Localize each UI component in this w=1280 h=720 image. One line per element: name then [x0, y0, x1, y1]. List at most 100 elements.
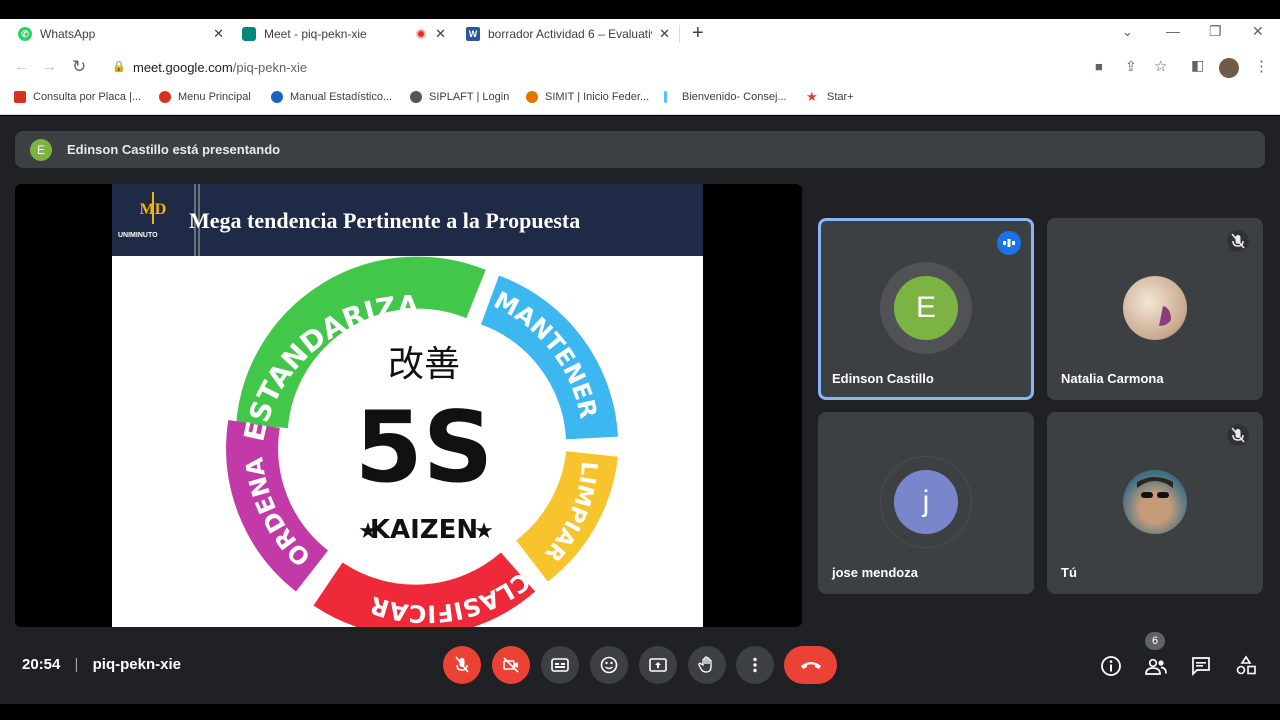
profile-avatar[interactable] — [1219, 58, 1239, 78]
camera-toggle-button[interactable] — [492, 646, 530, 684]
activities-icon — [1236, 655, 1256, 675]
bookmarks-bar: Consulta por Placa |... Menu Principal M… — [0, 87, 1280, 115]
restore-icon[interactable]: ❐ — [1209, 23, 1222, 40]
camera-icon[interactable]: ■ — [1095, 59, 1103, 74]
bookmark-icon — [271, 91, 283, 103]
leave-call-button[interactable] — [784, 646, 837, 684]
more-options-button[interactable] — [736, 646, 774, 684]
logo-text: UNIMINUTO — [118, 232, 158, 239]
mic-off-icon — [455, 656, 469, 673]
tab-divider — [679, 25, 680, 43]
bookmark-label: Star+ — [827, 91, 854, 103]
word-icon: W — [466, 27, 480, 41]
back-icon[interactable]: ← — [14, 58, 29, 75]
activities-button[interactable] — [1234, 654, 1258, 678]
camera-off-icon — [503, 657, 519, 673]
menu-icon[interactable]: ⋮ — [1254, 57, 1269, 75]
participant-tile-natalia[interactable]: Natalia Carmona — [1047, 218, 1263, 400]
slide-title: Mega tendencia Pertinente a la Propuesta — [189, 208, 581, 233]
tab-word[interactable]: W borrador Actividad 6 – Evaluativa ✕ — [466, 19, 670, 49]
lock-icon: 🔒 — [112, 61, 126, 73]
mic-toggle-button[interactable] — [443, 646, 481, 684]
bookmark-item[interactable]: ★ Star+ — [806, 90, 854, 103]
close-icon[interactable]: ✕ — [213, 26, 224, 42]
clock-time: 20:54 — [22, 656, 61, 673]
captions-button[interactable] — [541, 646, 579, 684]
avatar: j — [894, 470, 958, 534]
globe-icon — [410, 91, 422, 103]
bookmark-label: SIPLAFT | Login — [429, 91, 510, 103]
bookmark-item[interactable]: Bienvenido- Consej... — [664, 91, 787, 103]
kaizen-diagram: ESTANDARIZAR MANTENER LIMPIAR CLASIFICAR… — [112, 256, 618, 627]
present-screen-icon — [649, 658, 667, 672]
bookmark-label: SIMIT | Inicio Feder... — [545, 91, 650, 103]
info-icon — [1101, 656, 1121, 676]
mic-off-icon — [1227, 424, 1249, 446]
presentation-slide: MD UNIMINUTO Mega tendencia Pertinente a… — [112, 184, 703, 627]
captions-icon — [551, 658, 569, 672]
new-tab-button[interactable]: + — [692, 22, 704, 45]
meet-app: E Edinson Castillo está presentando MD U… — [0, 116, 1280, 704]
bookmark-icon — [526, 91, 538, 103]
bookmark-label: Menu Principal — [178, 91, 251, 103]
people-count-badge: 6 — [1145, 632, 1165, 650]
uniminuto-logo: MD — [140, 192, 166, 224]
participant-name: Tú — [1061, 565, 1077, 580]
presenter-banner: E Edinson Castillo está presentando — [15, 131, 1265, 168]
meeting-code: piq-pekn-xie — [92, 656, 181, 673]
reload-icon[interactable]: ↻ — [72, 57, 86, 77]
tab-whatsapp[interactable]: ✆ WhatsApp ✕ — [18, 19, 224, 49]
bookmark-item[interactable]: Manual Estadístico... — [271, 91, 392, 103]
bookmark-icon — [664, 91, 667, 103]
tab-title: borrador Actividad 6 – Evaluativa — [488, 27, 652, 41]
bookmark-item[interactable]: Consulta por Placa |... — [14, 91, 141, 103]
tab-search-icon[interactable]: ⌄ — [1122, 24, 1133, 40]
window-close-icon[interactable]: ✕ — [1252, 23, 1264, 40]
present-button[interactable] — [639, 646, 677, 684]
meeting-info: 20:54 | piq-pekn-xie — [22, 656, 181, 673]
avatar — [1123, 470, 1187, 534]
presentation-stage[interactable]: MD UNIMINUTO Mega tendencia Pertinente a… — [15, 184, 802, 627]
kaizen-text: KAIZEN — [370, 515, 478, 545]
bookmark-item[interactable]: SIPLAFT | Login — [410, 91, 509, 103]
forward-icon[interactable]: → — [42, 58, 57, 75]
participant-name: jose mendoza — [832, 565, 918, 580]
people-button[interactable]: 6 — [1144, 632, 1168, 678]
participant-tile-self[interactable]: Tú — [1047, 412, 1263, 594]
meeting-details-button[interactable] — [1099, 654, 1123, 678]
participant-tile-jose[interactable]: j jose mendoza — [818, 412, 1034, 594]
raise-hand-button[interactable] — [688, 646, 726, 684]
reactions-button[interactable] — [590, 646, 628, 684]
participant-tile-edinson[interactable]: E Edinson Castillo — [818, 218, 1034, 400]
share-icon[interactable]: ⇪ — [1125, 58, 1137, 75]
kanji-text: 改善 — [388, 344, 460, 385]
url-host: meet.google.com — [133, 60, 233, 75]
participant-name: Edinson Castillo — [832, 371, 934, 386]
tab-meet[interactable]: Meet - piq-pekn-xie ✕ — [242, 19, 446, 49]
participant-name: Natalia Carmona — [1061, 371, 1164, 386]
bookmark-item[interactable]: SIMIT | Inicio Feder... — [526, 91, 649, 103]
close-icon[interactable]: ✕ — [435, 26, 446, 42]
browser-toolbar: ← → ↻ 🔒 meet.google.com/piq-pekn-xie ■ ⇪… — [0, 49, 1280, 87]
bookmark-star-icon[interactable]: ☆ — [1154, 57, 1167, 75]
tab-strip: ✆ WhatsApp ✕ Meet - piq-pekn-xie ✕ W bor… — [0, 19, 1280, 49]
bookmark-icon — [159, 91, 171, 103]
bookmark-label: Manual Estadístico... — [290, 91, 393, 103]
side-panel-icon[interactable]: ◧ — [1191, 57, 1204, 74]
bookmark-item[interactable]: Menu Principal — [159, 91, 251, 103]
more-vert-icon — [753, 657, 757, 673]
hand-icon — [698, 656, 712, 673]
minimize-icon[interactable]: — — [1166, 23, 1180, 39]
emoji-icon — [600, 656, 618, 674]
close-icon[interactable]: ✕ — [655, 26, 670, 42]
address-bar[interactable]: meet.google.com/piq-pekn-xie — [133, 60, 307, 75]
five-s-text: 5S — [355, 391, 494, 505]
call-controls: 20:54 | piq-pekn-xie 6 — [0, 632, 1280, 704]
screen: ✆ WhatsApp ✕ Meet - piq-pekn-xie ✕ W bor… — [0, 0, 1280, 720]
star-icon: ★ — [474, 518, 494, 543]
recording-icon — [416, 29, 426, 39]
separator: | — [74, 656, 79, 673]
google-meet-icon — [242, 27, 256, 41]
chat-button[interactable] — [1189, 654, 1213, 678]
mic-off-icon — [1227, 230, 1249, 252]
